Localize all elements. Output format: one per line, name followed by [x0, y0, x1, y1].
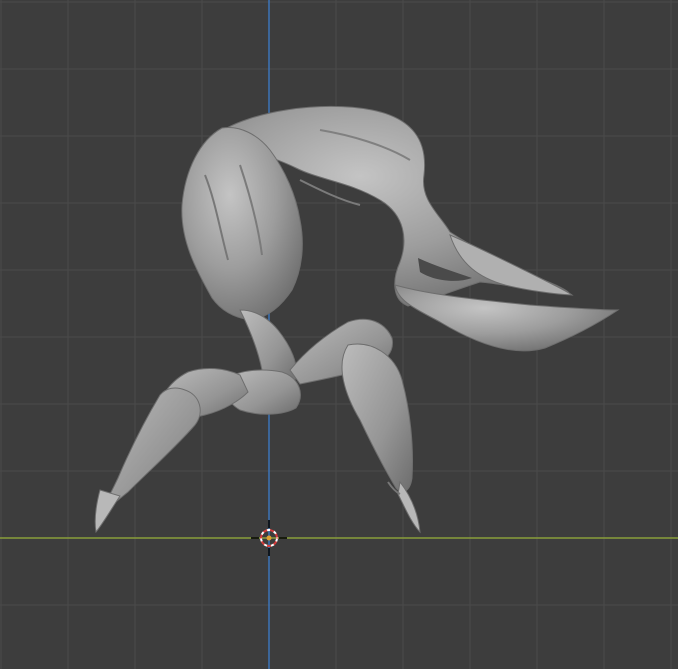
sculpted-creature-mesh[interactable]	[94, 105, 620, 534]
creature-left-leg-lower	[101, 387, 201, 513]
creature-mandible-blade	[394, 284, 620, 352]
3d-cursor-icon[interactable]	[251, 520, 287, 556]
creature-right-leg-lower	[341, 343, 413, 493]
3d-viewport[interactable]	[0, 0, 678, 669]
viewport-canvas[interactable]	[0, 0, 678, 669]
creature-right-claw	[397, 480, 421, 534]
creature-left-claw	[94, 489, 121, 534]
